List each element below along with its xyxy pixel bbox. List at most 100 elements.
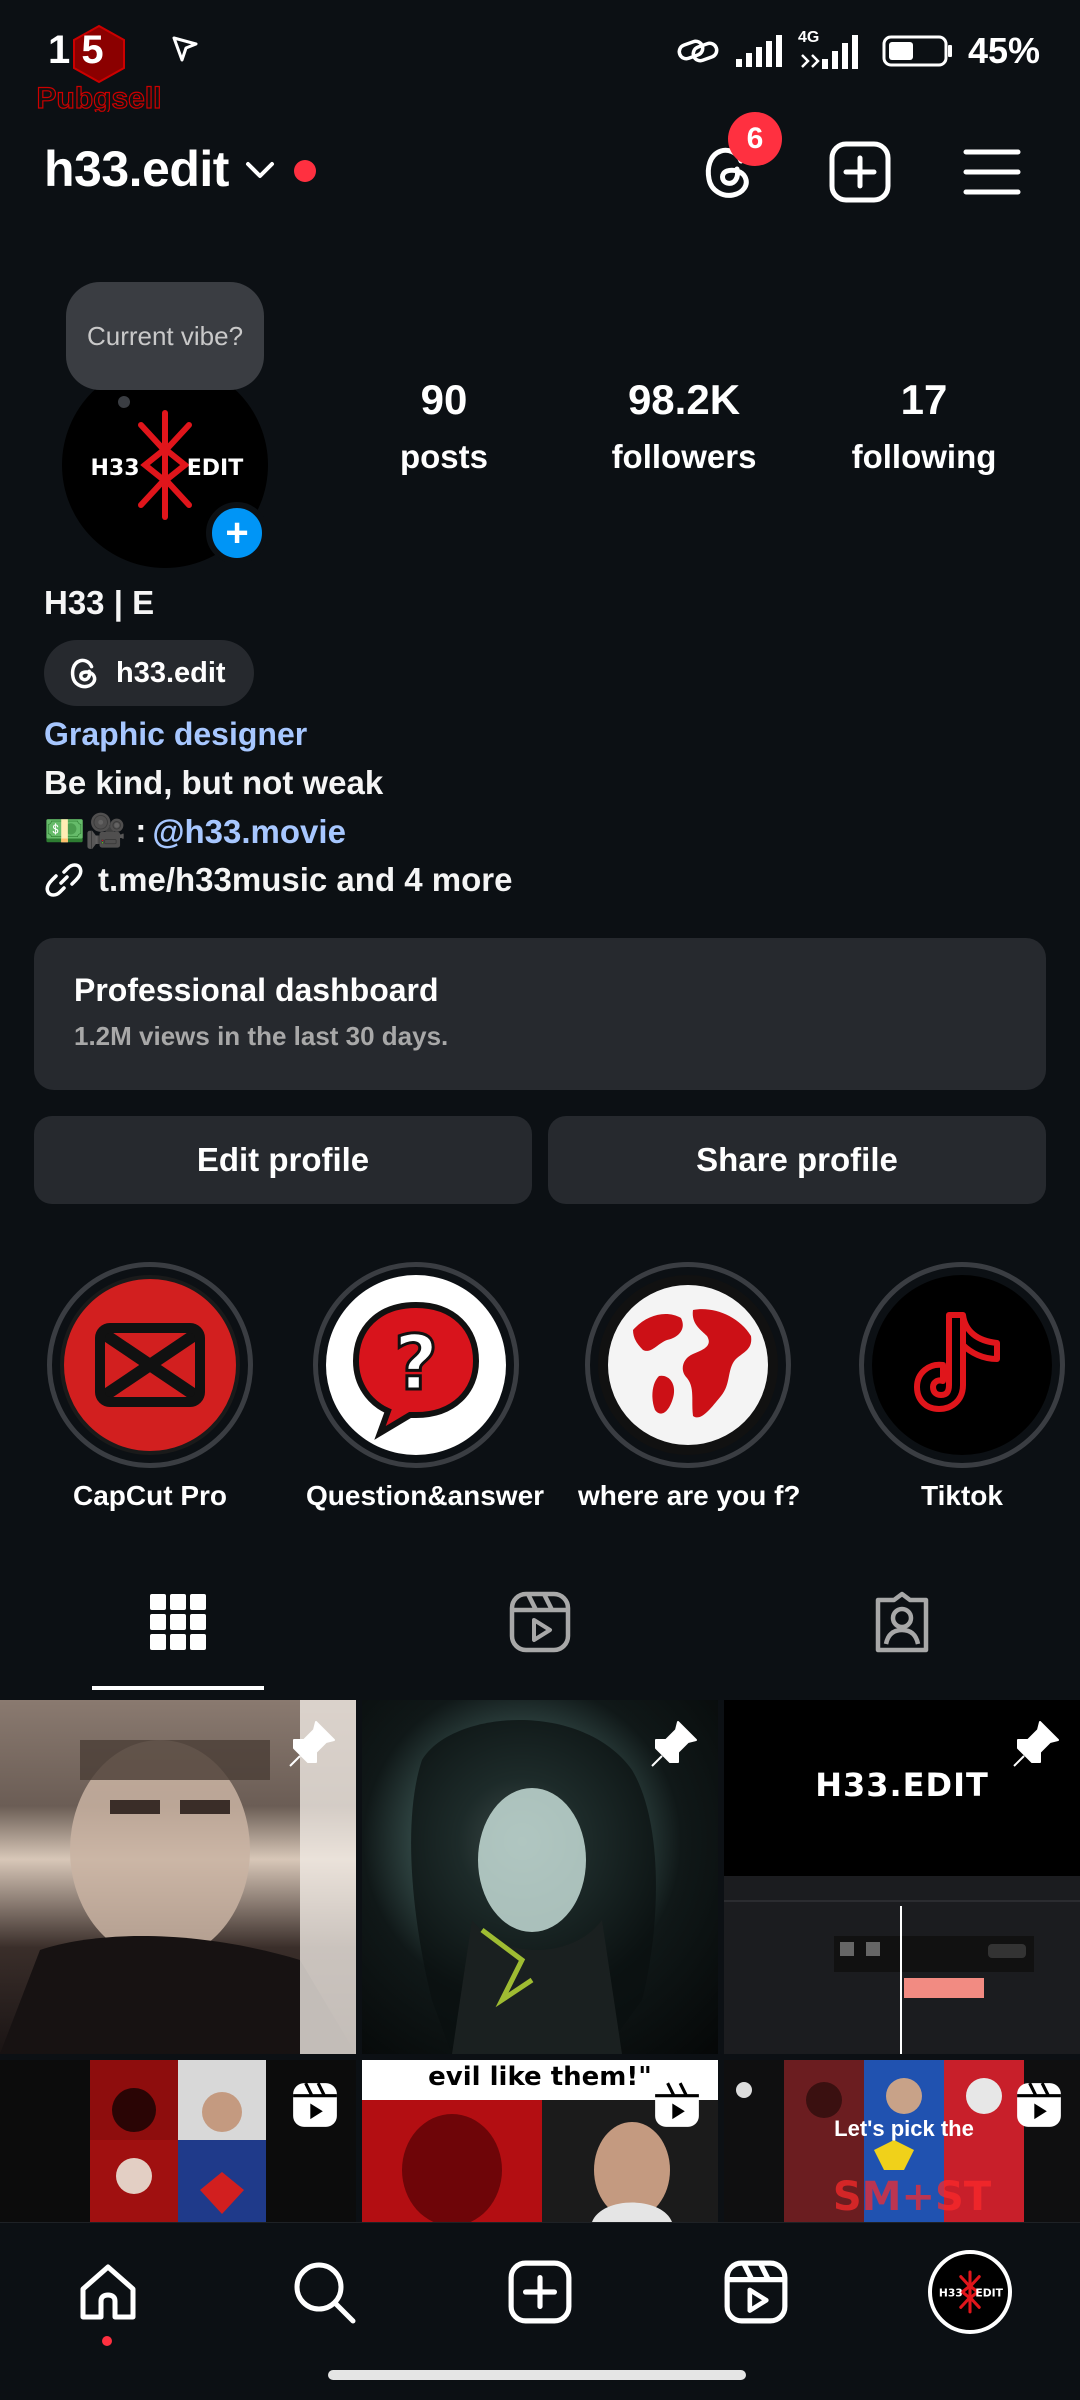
stat-following-value: 17 bbox=[900, 376, 948, 423]
search-icon bbox=[294, 2262, 356, 2324]
tiktok-icon bbox=[872, 1275, 1052, 1455]
reels-icon bbox=[724, 2260, 788, 2324]
gesture-bar[interactable] bbox=[328, 2370, 746, 2380]
add-story-button[interactable]: + bbox=[206, 502, 268, 564]
svg-text:H33: H33 bbox=[90, 456, 139, 481]
tagged-person-icon bbox=[875, 1591, 929, 1653]
chevron-down-icon[interactable] bbox=[242, 152, 278, 188]
tab-reels[interactable] bbox=[500, 1591, 580, 1653]
bio-line: Be kind, but not weak bbox=[44, 764, 384, 801]
watermark-text: Pubgsell bbox=[36, 82, 161, 112]
highlight-label: Tiktok bbox=[921, 1480, 1003, 1511]
link-icon bbox=[45, 863, 83, 897]
account-notification-dot bbox=[294, 160, 316, 182]
signal-icon bbox=[735, 35, 782, 67]
status-time: 1 5 bbox=[48, 28, 104, 72]
post-title-text: H33.EDIT bbox=[815, 1766, 989, 1804]
professional-dashboard[interactable]: Professional dashboard 1.2M views in the… bbox=[34, 938, 1046, 1090]
reels-icon bbox=[509, 1591, 571, 1653]
nav-profile-avatar[interactable]: H33 EDIT bbox=[928, 2250, 1012, 2334]
highlight-ring: ? bbox=[313, 1262, 519, 1468]
globe-icon bbox=[598, 1275, 778, 1455]
stat-posts-value: 90 bbox=[420, 376, 468, 423]
bio-emoji: 💵🎥 : bbox=[44, 812, 147, 849]
grid-icon bbox=[150, 1594, 206, 1650]
reel-icon bbox=[1017, 2082, 1061, 2127]
reel-icon bbox=[655, 2082, 699, 2127]
editor-timeline-thumbnail bbox=[724, 1876, 1080, 2054]
highlight-label: CapCut Pro bbox=[73, 1480, 227, 1511]
svg-text:H33: H33 bbox=[939, 2287, 963, 2300]
note-bubble-tail bbox=[118, 396, 130, 408]
grid-post-1[interactable] bbox=[0, 1700, 356, 2054]
question-bubble-icon: ? bbox=[326, 1275, 506, 1455]
nav-create[interactable] bbox=[500, 2252, 580, 2332]
nav-home[interactable] bbox=[68, 2252, 148, 2332]
highlight-qa[interactable]: ? Question&answer bbox=[306, 1262, 545, 1512]
threads-badge: 6 bbox=[728, 112, 782, 166]
plus-square-icon bbox=[508, 2260, 572, 2324]
threads-profile-link[interactable]: h33.edit bbox=[44, 640, 254, 706]
svg-text:EDIT: EDIT bbox=[975, 2287, 1003, 2300]
post-caption-text: Let's pick the bbox=[834, 2116, 974, 2141]
highlight-label: Question&answer bbox=[306, 1480, 545, 1511]
hamburger-menu-icon bbox=[963, 149, 1021, 195]
stat-following-label: following bbox=[851, 438, 997, 475]
create-post-button[interactable] bbox=[824, 136, 896, 208]
profile-category: Graphic designer bbox=[44, 716, 308, 752]
highlight-label: where are you f? bbox=[578, 1480, 801, 1511]
display-name: H33 | E bbox=[44, 584, 155, 621]
account-username[interactable]: h33.edit bbox=[44, 140, 229, 198]
home-icon bbox=[80, 2264, 136, 2320]
pin-icon bbox=[1013, 1721, 1059, 1767]
highlight-tiktok[interactable]: Tiktok bbox=[852, 1262, 1072, 1512]
plus-square-icon bbox=[829, 141, 891, 203]
pin-icon bbox=[289, 1721, 335, 1767]
menu-button[interactable] bbox=[956, 136, 1028, 208]
tab-tagged[interactable] bbox=[862, 1591, 942, 1653]
bio-mention-link[interactable]: @h33.movie bbox=[152, 813, 346, 851]
note-bubble[interactable]: Current vibe? bbox=[66, 282, 264, 390]
share-profile-button[interactable]: Share profile bbox=[548, 1116, 1046, 1204]
svg-text:?: ? bbox=[394, 1318, 438, 1407]
tab-posts-grid[interactable] bbox=[138, 1592, 218, 1652]
pin-icon bbox=[651, 1721, 697, 1767]
grid-post-4[interactable] bbox=[0, 2060, 356, 2222]
active-tab-indicator bbox=[92, 1686, 264, 1690]
signal-4g-icon: 4G bbox=[798, 29, 868, 71]
capcut-icon bbox=[60, 1275, 240, 1455]
highlight-ring bbox=[859, 1262, 1065, 1468]
stat-followers[interactable]: 98.2K followers bbox=[584, 376, 784, 476]
dashboard-title: Professional dashboard bbox=[74, 972, 439, 1008]
edit-profile-button[interactable]: Edit profile bbox=[34, 1116, 532, 1204]
bio-links[interactable]: t.me/h33music and 4 more bbox=[44, 860, 512, 900]
stat-following[interactable]: 17 following bbox=[824, 376, 1024, 476]
h33-edit-logo: H33 EDIT bbox=[939, 2270, 1004, 2314]
svg-text:EDIT: EDIT bbox=[187, 456, 243, 481]
grid-post-5[interactable]: evil like them!" bbox=[362, 2060, 718, 2222]
stat-posts-label: posts bbox=[399, 438, 488, 475]
stat-followers-value: 98.2K bbox=[627, 376, 741, 423]
grid-post-2[interactable] bbox=[362, 1700, 718, 2054]
svg-text:SM+ST: SM+ST bbox=[833, 2174, 992, 2220]
threads-handle: h33.edit bbox=[116, 656, 226, 689]
nav-search[interactable] bbox=[284, 2252, 364, 2332]
grid-post-6[interactable]: SM+ST Let's pick the bbox=[724, 2060, 1080, 2222]
threads-icon bbox=[70, 658, 97, 689]
bio-line-mention: 💵🎥 : @h33.movie bbox=[44, 812, 346, 851]
reel-icon bbox=[293, 2082, 337, 2127]
bio-link-text: t.me/h33music and 4 more bbox=[98, 861, 513, 898]
stat-posts[interactable]: 90 posts bbox=[344, 376, 544, 476]
home-notification-dot bbox=[102, 2336, 112, 2346]
grid-post-3[interactable]: H33.EDIT bbox=[724, 1700, 1080, 2054]
dashboard-subtitle: 1.2M views in the last 30 days. bbox=[74, 1021, 449, 1051]
highlight-location[interactable]: where are you f? bbox=[578, 1262, 801, 1512]
highlight-ring bbox=[585, 1262, 791, 1468]
highlight-ring bbox=[47, 1262, 253, 1468]
stat-followers-label: followers bbox=[611, 438, 757, 475]
nav-reels[interactable] bbox=[716, 2252, 796, 2332]
battery-icon bbox=[882, 35, 952, 67]
location-arrow-icon bbox=[172, 36, 198, 62]
hotspot-link-icon bbox=[677, 39, 719, 63]
highlight-capcut[interactable]: CapCut Pro bbox=[40, 1262, 260, 1512]
